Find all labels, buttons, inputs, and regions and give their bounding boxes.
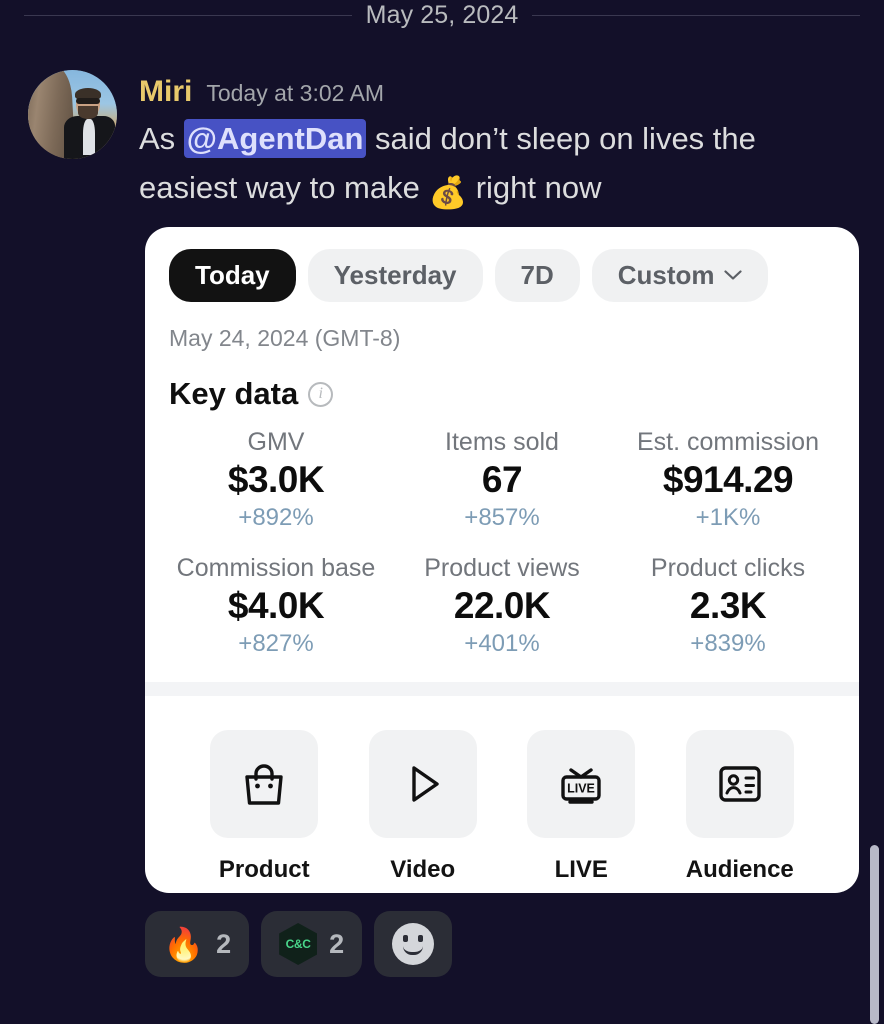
reaction-cnc[interactable]: C&C 2 [261,911,363,977]
add-reaction-button[interactable] [374,911,453,977]
message-text-before: As [139,121,184,156]
metric-delta: +401% [464,630,540,657]
metric-items-sold: Items sold 67 +857% [389,426,615,534]
metric-product-views: Product views 22.0K +401% [389,552,615,660]
cnc-badge-emoji: C&C [279,923,318,965]
scrollbar-thumb[interactable] [870,845,879,1024]
metric-delta: +1K% [695,504,761,531]
message-text-after: right now [467,170,602,205]
date-divider: May 25, 2024 [0,0,884,30]
card-section-title: Key data [169,376,299,411]
metric-label: Commission base [176,554,376,582]
metric-value: 22.0K [453,585,551,626]
shortcut-label: Video [390,856,456,883]
chevron-down-icon [723,270,742,281]
divider-rule-right [532,14,861,16]
metric-est-commission: Est. commission $914.29 +1K% [615,426,841,534]
metric-label: Est. commission [637,428,819,456]
info-icon[interactable]: i [308,381,334,407]
metric-gmv: GMV $3.0K +892% [163,426,389,534]
metric-label: GMV [247,428,305,456]
metric-value: 2.3K [689,585,767,626]
card-top-section: Today Yesterday 7D Custom May 24, 2024 (… [145,227,859,412]
tab-yesterday-label: Yesterday [333,260,457,290]
shortcut-live[interactable]: LIVE LIVE [527,730,636,884]
message-text: As @AgentDan said don’t sleep on lives t… [139,114,860,212]
shortcuts-row: Product Video LIVE LIVE Audience [145,696,859,884]
add-reaction-icon [392,923,435,965]
avatar[interactable] [28,70,117,159]
reaction-fire[interactable]: 🔥 2 [145,911,250,977]
tab-today[interactable]: Today [169,249,296,302]
metric-value: $914.29 [662,459,794,500]
shortcut-label: Audience [685,856,794,883]
avatar-beard [77,106,99,119]
money-bag-emoji: 💰 [428,175,468,210]
mention-chip[interactable]: @AgentDan [183,119,367,158]
metric-label: Items sold [445,428,559,456]
cnc-badge-text: C&C [285,937,311,951]
metric-label: Product views [424,554,580,582]
scrollbar-track[interactable] [866,0,884,1024]
message-header: Miri Today at 3:02 AM [139,74,860,110]
live-tv-icon: LIVE [527,730,636,838]
metric-delta: +839% [690,630,766,657]
chat-message: Miri Today at 3:02 AM As @AgentDan said … [0,70,884,212]
metric-commission-base: Commission base $4.0K +827% [163,552,389,660]
metric-delta: +892% [238,504,314,531]
date-divider-label: May 25, 2024 [365,1,519,29]
card-section-divider [145,682,859,696]
metric-label: Product clicks [650,554,806,582]
reactions-bar: 🔥 2 C&C 2 [145,911,453,977]
metric-delta: +857% [464,504,540,531]
fire-emoji: 🔥 [163,925,205,963]
shopping-bag-icon [210,730,319,838]
tab-custom[interactable]: Custom [591,249,768,302]
card-date-range: May 24, 2024 (GMT-8) [169,325,401,351]
shortcut-video[interactable]: Video [368,730,477,884]
message-timestamp: Today at 3:02 AM [206,80,385,106]
tab-7d[interactable]: 7D [494,249,580,302]
message-author[interactable]: Miri [139,74,192,110]
shortcut-product[interactable]: Product [210,730,319,884]
date-range-tabs: Today Yesterday 7D Custom [169,249,835,302]
svg-text:LIVE: LIVE [567,782,595,796]
card-title-row: Key data i [169,376,835,412]
metric-value: 67 [481,459,523,500]
shortcut-audience[interactable]: Audience [686,730,794,884]
metric-product-clicks: Product clicks 2.3K +839% [615,552,841,660]
metric-value: $4.0K [227,585,325,626]
tab-7d-label: 7D [520,260,554,290]
reaction-count: 2 [329,928,345,959]
avatar-sunglasses [76,97,101,104]
metric-delta: +827% [238,630,314,657]
message-body: Miri Today at 3:02 AM As @AgentDan said … [139,70,860,212]
key-data-metrics-grid: GMV $3.0K +892% Items sold 67 +857% Est.… [145,426,859,682]
avatar-shirt [83,118,95,155]
tab-today-label: Today [195,260,270,290]
tab-yesterday[interactable]: Yesterday [307,249,483,302]
analytics-embed-card: Today Yesterday 7D Custom May 24, 2024 (… [145,227,859,893]
reaction-count: 2 [216,928,232,959]
shortcut-label: LIVE [554,856,608,883]
metric-value: $3.0K [227,459,325,500]
divider-rule-left [24,14,352,16]
play-triangle-icon [368,730,477,838]
tab-custom-label: Custom [617,260,715,290]
shortcut-label: Product [218,856,310,883]
id-card-icon [685,730,794,838]
